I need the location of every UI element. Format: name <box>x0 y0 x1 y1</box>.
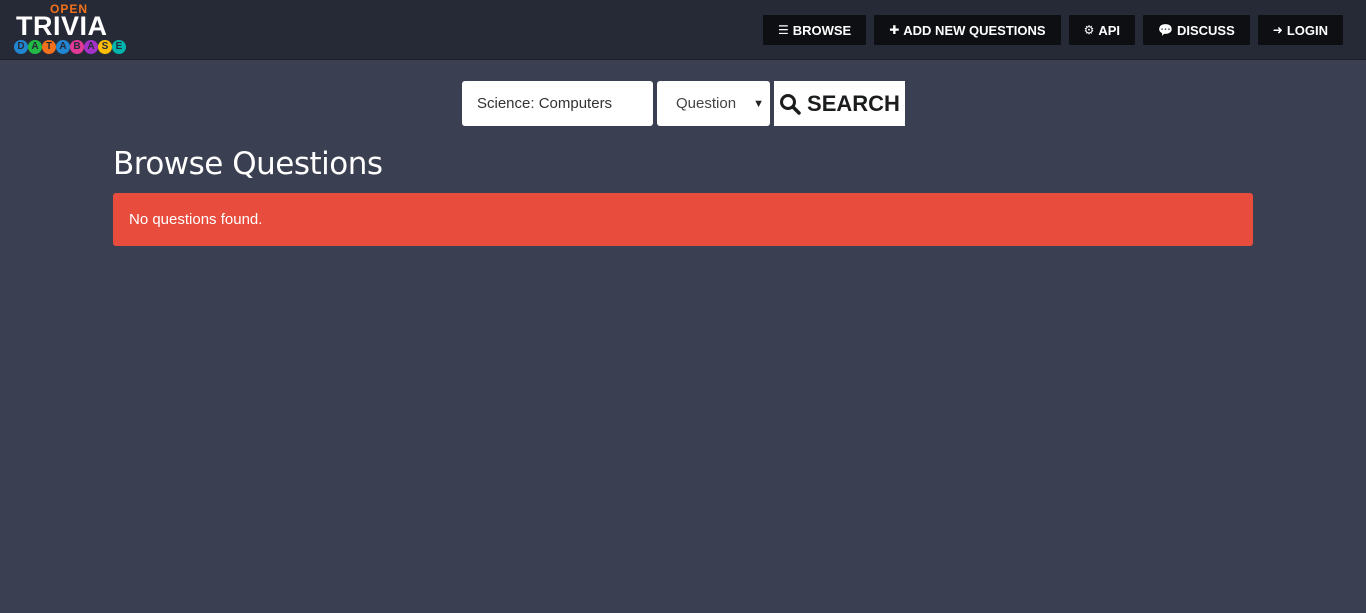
nav-browse-label: BROWSE <box>792 22 852 38</box>
logo-letter: A <box>56 40 70 54</box>
search-button[interactable]: SEARCH <box>774 81 905 126</box>
logo-letter: T <box>42 40 56 54</box>
search-bar: Question ▼ SEARCH <box>462 81 905 126</box>
comments-icon: 💬 <box>1158 23 1173 37</box>
logo-letter: A <box>28 40 42 54</box>
search-icon <box>779 93 801 115</box>
nav-api-label: API <box>1098 22 1121 38</box>
search-input[interactable] <box>462 81 653 126</box>
logo-letter: S <box>98 40 112 54</box>
nav-discuss-label: DISCUSS <box>1176 22 1235 38</box>
bars-icon: ☰ <box>777 23 789 37</box>
logo-database-letters: D A T A B A S E <box>14 40 126 54</box>
site-logo[interactable]: OPEN TRIVIA D A T A B A S E <box>14 2 129 58</box>
logo-letter: D <box>14 40 28 54</box>
page-title: Browse Questions <box>113 146 383 182</box>
chevron-down-icon: ▼ <box>753 97 764 110</box>
alert-message: No questions found. <box>129 211 263 228</box>
logo-letter: B <box>70 40 84 54</box>
search-type-select[interactable]: Question ▼ <box>657 81 770 126</box>
sign-in-icon: ➜ <box>1272 23 1283 37</box>
nav-login-button[interactable]: ➜ LOGIN <box>1257 15 1343 45</box>
logo-letter: E <box>112 40 126 54</box>
navbar: OPEN TRIVIA D A T A B A S E ☰ BROWSE ✚ A… <box>0 0 1366 60</box>
plus-icon: ✚ <box>889 23 900 37</box>
no-results-alert: No questions found. <box>113 193 1253 246</box>
search-type-value: Question <box>676 95 737 112</box>
logo-trivia-text: TRIVIA <box>16 11 108 41</box>
nav-menu: ☰ BROWSE ✚ ADD NEW QUESTIONS ⚙ API 💬 DIS… <box>762 15 1343 45</box>
nav-browse-button[interactable]: ☰ BROWSE <box>762 15 867 45</box>
nav-login-label: LOGIN <box>1286 22 1328 38</box>
logo-letter: A <box>84 40 98 54</box>
nav-add-questions-label: ADD NEW QUESTIONS <box>903 22 1046 38</box>
nav-discuss-button[interactable]: 💬 DISCUSS <box>1143 15 1250 45</box>
gears-icon: ⚙ <box>1083 23 1095 37</box>
nav-api-button[interactable]: ⚙ API <box>1068 15 1136 45</box>
search-button-label: SEARCH <box>807 90 900 116</box>
nav-add-questions-button[interactable]: ✚ ADD NEW QUESTIONS <box>874 15 1061 45</box>
